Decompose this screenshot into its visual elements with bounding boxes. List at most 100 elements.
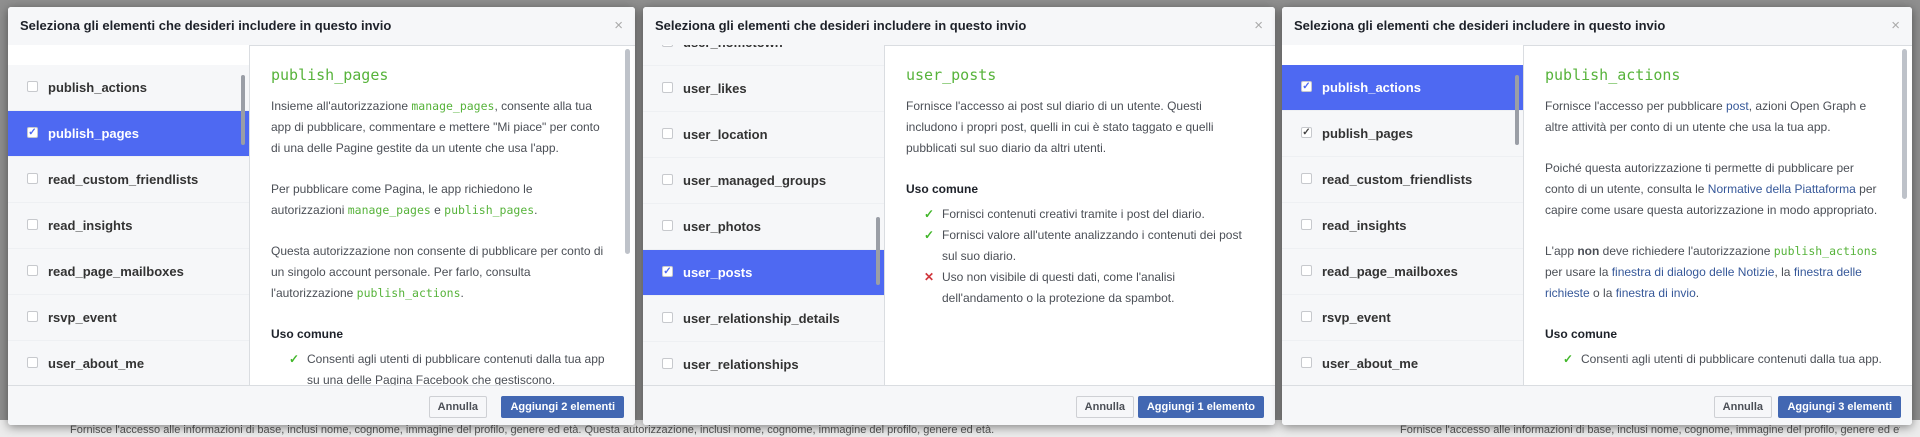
checkbox[interactable]: [1301, 357, 1312, 368]
permission-item-user-likes[interactable]: user_likes: [643, 66, 884, 112]
permission-label: rsvp_event: [1322, 310, 1391, 325]
add-items-button[interactable]: Aggiungi 1 elemento: [1137, 396, 1264, 418]
checkbox[interactable]: [1301, 311, 1312, 322]
checkbox[interactable]: [1301, 173, 1312, 184]
checkbox[interactable]: [27, 81, 38, 92]
permission-label: publish_pages: [1322, 126, 1414, 141]
permission-dialog-1: Seleziona gli elementi che desideri incl…: [8, 7, 635, 425]
permission-list[interactable]: user_hometown user_likes user_location u…: [643, 45, 885, 386]
permission-item-user-photos[interactable]: user_photos: [643, 204, 884, 250]
checkbox-checked[interactable]: ✓: [662, 266, 673, 277]
common-use-item: ✓ Fornisci contenuti creativi tramite i …: [906, 204, 1249, 225]
checkbox-checked[interactable]: ✓: [27, 127, 38, 138]
permission-label: rsvp_event: [48, 310, 117, 325]
checkbox[interactable]: [27, 219, 38, 230]
permission-item-read-insights[interactable]: read_insights: [8, 203, 249, 249]
permission-item-publish-actions[interactable]: ✓ publish_actions: [1282, 65, 1523, 111]
permission-item-read-page-mailboxes[interactable]: read_page_mailboxes: [1282, 249, 1523, 295]
permission-detail: user_posts Fornisce l'accesso ai post su…: [885, 45, 1275, 386]
detail-scrollbar[interactable]: [1902, 49, 1907, 199]
close-icon[interactable]: ×: [1891, 17, 1900, 34]
permission-item-user-location[interactable]: user_location: [643, 112, 884, 158]
common-use-item: ✓ Fornisci valore all'utente analizzando…: [906, 225, 1249, 267]
permission-item-user-relationships[interactable]: user_relationships: [643, 342, 884, 386]
check-icon: ✓: [924, 207, 935, 221]
code-manage-pages: manage_pages: [347, 203, 431, 217]
permission-list[interactable]: ✓ publish_actions ✓ publish_pages read_c…: [1282, 45, 1524, 386]
code-manage-pages: manage_pages: [411, 99, 495, 113]
background-text-right: Fornisce l'accesso alle informazioni di …: [1400, 424, 1900, 436]
permission-item-user-managed-groups[interactable]: user_managed_groups: [643, 158, 884, 204]
checkbox[interactable]: [27, 173, 38, 184]
checkbox[interactable]: [662, 45, 673, 47]
permission-label: user_hometown: [683, 45, 783, 50]
permission-item-publish-actions[interactable]: publish_actions: [8, 65, 249, 111]
checkbox[interactable]: [27, 265, 38, 276]
cancel-button[interactable]: Annulla: [1075, 396, 1134, 418]
dialog-header: Seleziona gli elementi che desideri incl…: [1282, 7, 1912, 46]
check-icon: ✓: [1563, 352, 1574, 366]
checkbox[interactable]: [662, 128, 673, 139]
permission-item-publish-pages[interactable]: ✓ publish_pages: [1282, 111, 1523, 157]
send-dialog-link[interactable]: finestra di invio: [1616, 286, 1696, 300]
checkbox-checked[interactable]: ✓: [1301, 127, 1312, 138]
list-scrollbar[interactable]: [241, 75, 245, 145]
detail-paragraph: Poiché questa autorizzazione ti permette…: [1545, 161, 1878, 217]
check-icon: ✓: [924, 228, 935, 242]
close-icon[interactable]: ×: [1254, 17, 1263, 34]
dialog-footer: Annulla Aggiungi 1 elemento: [643, 385, 1275, 425]
permission-label: user_relationship_details: [683, 311, 840, 326]
feed-dialog-link[interactable]: finestra di dialogo delle Notizie: [1612, 265, 1775, 279]
detail-title: publish_actions: [1545, 66, 1681, 84]
permission-label: read_insights: [48, 218, 133, 233]
detail-paragraph: Fornisce l'accesso ai post sul diario di…: [906, 99, 1214, 155]
permission-label: user_relationships: [683, 357, 799, 372]
common-use-item: ✓ Consenti agli utenti di pubblicare con…: [1545, 349, 1886, 370]
list-scrollbar[interactable]: [876, 217, 880, 285]
background-text: Fornisce l'accesso alle informazioni di …: [70, 424, 995, 436]
checkbox[interactable]: [1301, 219, 1312, 230]
checkbox[interactable]: [1301, 265, 1312, 276]
checkbox[interactable]: [662, 82, 673, 93]
platform-policy-link[interactable]: Normative della Piattaforma: [1708, 182, 1856, 196]
permission-dialog-2: Seleziona gli elementi che desideri incl…: [643, 7, 1275, 425]
checkbox-checked[interactable]: ✓: [1301, 81, 1312, 92]
detail-paragraph: Fornisce l'accesso per pubblicare post, …: [1545, 99, 1867, 134]
permission-item-read-custom-friendlists[interactable]: read_custom_friendlists: [1282, 157, 1523, 203]
detail-scrollbar[interactable]: [625, 49, 630, 254]
permission-item-user-about-me[interactable]: user_about_me: [1282, 341, 1523, 386]
permission-item-read-insights[interactable]: read_insights: [1282, 203, 1523, 249]
permission-item-publish-pages[interactable]: ✓ publish_pages: [8, 111, 249, 157]
permission-item-user-relationship-details[interactable]: user_relationship_details: [643, 296, 884, 342]
dialog-title: Seleziona gli elementi che desideri incl…: [1294, 18, 1666, 33]
code-publish-actions: publish_actions: [356, 286, 461, 300]
permission-item-rsvp-event[interactable]: rsvp_event: [8, 295, 249, 341]
permission-item-user-about-me[interactable]: user_about_me: [8, 341, 249, 386]
permission-item-read-page-mailboxes[interactable]: read_page_mailboxes: [8, 249, 249, 295]
close-icon[interactable]: ×: [614, 17, 623, 34]
permission-label: read_insights: [1322, 218, 1407, 233]
list-scrollbar[interactable]: [1515, 75, 1519, 145]
permission-label: read_custom_friendlists: [1322, 172, 1473, 187]
checkbox[interactable]: [662, 174, 673, 185]
permission-item-user-hometown[interactable]: user_hometown: [643, 45, 884, 66]
checkbox[interactable]: [27, 311, 38, 322]
permission-detail: publish_actions Fornisce l'accesso per p…: [1524, 45, 1912, 386]
checkbox[interactable]: [662, 358, 673, 369]
permission-item-user-posts[interactable]: ✓ user_posts: [643, 250, 884, 296]
permission-item-rsvp-event[interactable]: rsvp_event: [1282, 295, 1523, 341]
checkbox[interactable]: [662, 220, 673, 231]
permission-detail: publish_pages Insieme all'autorizzazione…: [250, 45, 635, 386]
common-use-heading: Uso comune: [271, 327, 344, 341]
add-items-button[interactable]: Aggiungi 2 elementi: [501, 396, 624, 418]
add-items-button[interactable]: Aggiungi 3 elementi: [1778, 396, 1901, 418]
cancel-button[interactable]: Annulla: [1713, 396, 1772, 418]
code-publish-actions: publish_actions: [1773, 244, 1878, 258]
permission-list[interactable]: publish_actions ✓ publish_pages read_cus…: [8, 45, 250, 386]
permission-label: publish_actions: [1322, 80, 1421, 95]
post-link[interactable]: post: [1726, 99, 1749, 113]
permission-item-read-custom-friendlists[interactable]: read_custom_friendlists: [8, 157, 249, 203]
checkbox[interactable]: [27, 357, 38, 368]
cancel-button[interactable]: Annulla: [428, 396, 487, 418]
checkbox[interactable]: [662, 312, 673, 323]
